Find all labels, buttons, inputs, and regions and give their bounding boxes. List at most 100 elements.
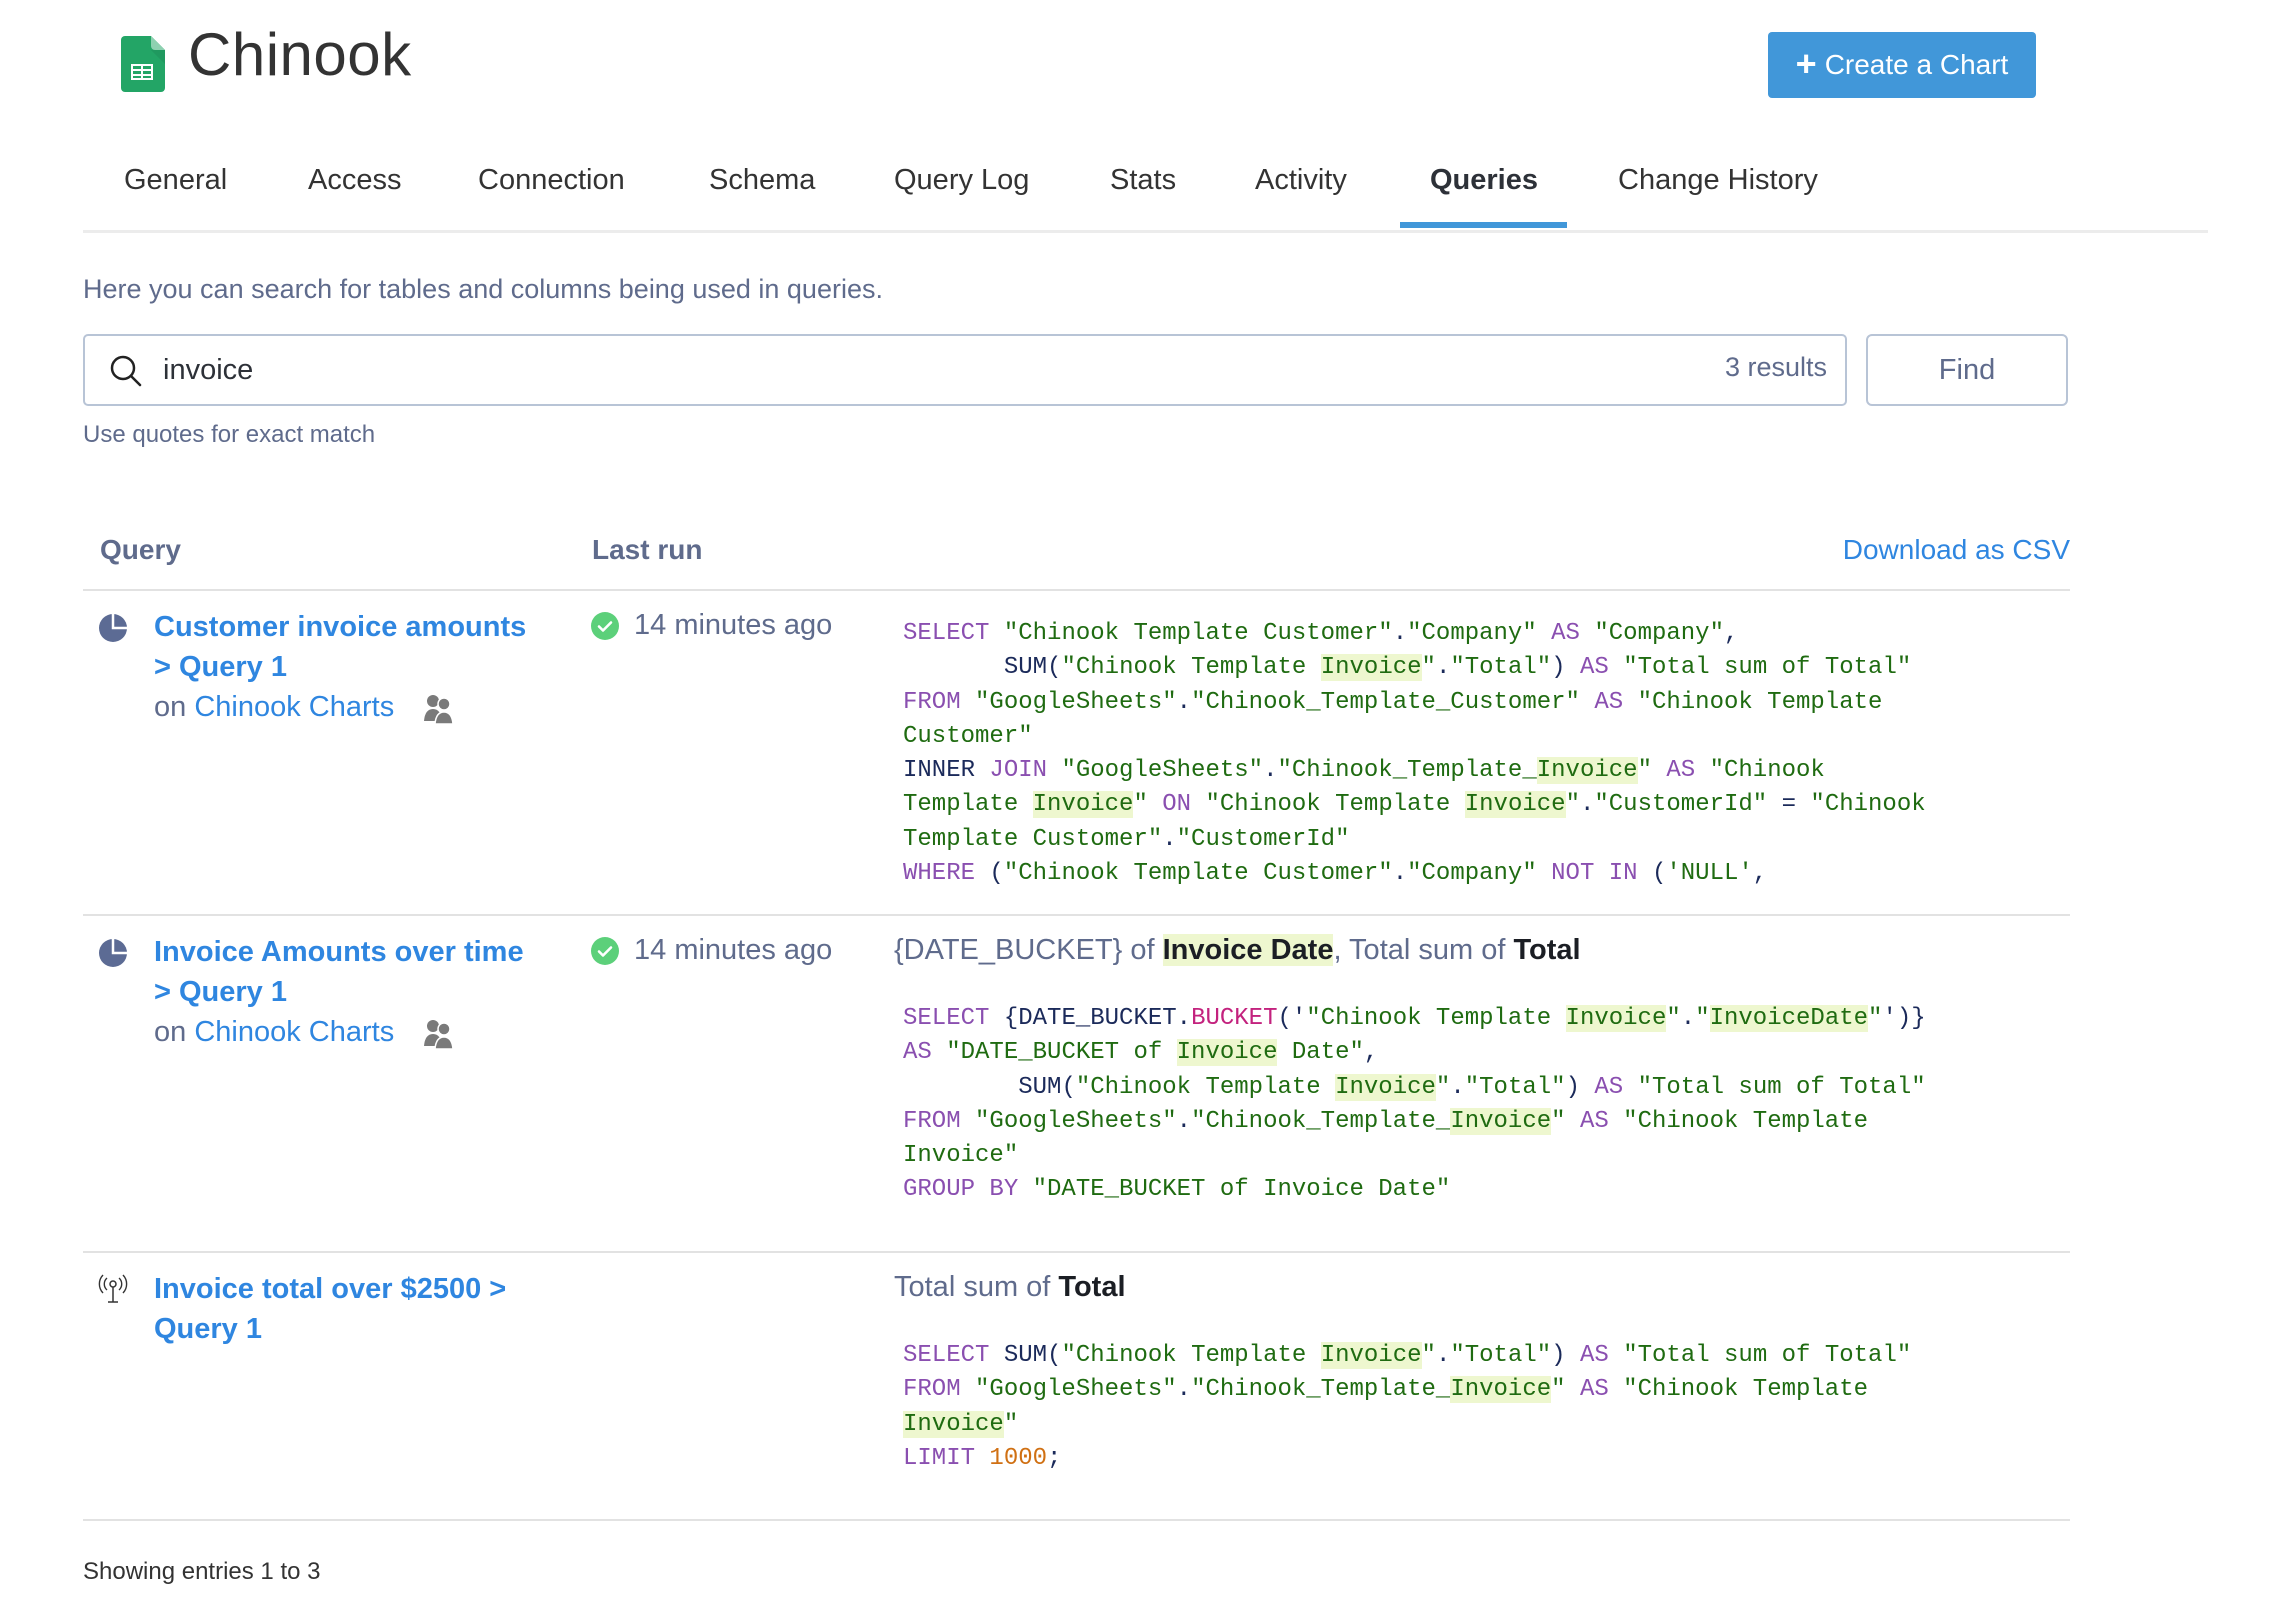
sql-token: AS: [1579, 1376, 1609, 1404]
sql-code: SELECT {DATE_BUCKET.BUCKET(' "Chinook Tem…: [903, 1002, 2073, 1208]
sql-token: (: [1637, 860, 1667, 888]
find-button[interactable]: Find: [1866, 334, 2068, 406]
sql-token: (: [1061, 1073, 1076, 1101]
sql-token: "Total": [1464, 1073, 1566, 1101]
last-run: 14 minutes ago: [590, 934, 832, 967]
tab-activity[interactable]: Activity: [1255, 164, 1347, 197]
query-link[interactable]: Customer invoice amounts > Query 1: [154, 607, 554, 687]
people-icon: [422, 1016, 456, 1051]
sql-line: GROUP BY "DATE_BUCKET of Invoice Date": [903, 1173, 2073, 1207]
search-input[interactable]: [161, 346, 1665, 394]
search-match-highlight: Invoice: [1450, 1107, 1552, 1135]
summary-text: {DATE_BUCKET} of: [894, 934, 1163, 966]
tab-general[interactable]: General: [124, 164, 227, 197]
sql-token: .: [1435, 1342, 1451, 1369]
table-row-query: Customer invoice amounts > Query 1 on Chi…: [154, 607, 554, 727]
sql-line: SELECT SUM("Chinook Template Invoice"."T…: [903, 1339, 2073, 1373]
dashboard-link[interactable]: Chinook Charts: [194, 691, 394, 723]
sql-token: "Chinook Template: [1075, 1073, 1336, 1101]
tab-query-log[interactable]: Query Log: [894, 164, 1029, 197]
sql-token: "CustomerId": [1176, 825, 1350, 853]
row-divider: [83, 914, 2070, 916]
tab-access[interactable]: Access: [308, 164, 401, 197]
sql-token: INNER: [903, 757, 976, 785]
sql-token: SUM: [1003, 1342, 1048, 1369]
sql-line: FROM "GoogleSheets"."Chinook_Template_Cu…: [903, 686, 2073, 720]
sql-code: SELECT "Chinook Template Customer"."Comp…: [903, 617, 2073, 891]
sql-token: "Chinook Template Customer": [1003, 620, 1393, 647]
query-summary: {DATE_BUCKET} of Invoice Date, Total sum…: [894, 934, 1581, 967]
sql-token: ,: [1723, 620, 1739, 647]
tab-connection[interactable]: Connection: [478, 164, 625, 197]
search-match-highlight: Invoice: [1464, 791, 1566, 819]
sql-token: .: [1176, 1005, 1192, 1032]
sql-token: FROM: [903, 688, 961, 716]
sql-token: .: [1162, 825, 1177, 853]
sql-token: SELECT: [903, 620, 990, 647]
table-row-query: Invoice total over $2500 > Query 1: [154, 1269, 554, 1349]
search-match-highlight: InvoiceDate: [1709, 1005, 1869, 1032]
query-link[interactable]: Invoice Amounts over time > Query 1: [154, 932, 554, 1012]
sql-line: Customer": [903, 720, 2073, 754]
search-match-highlight: Invoice: [1450, 1376, 1552, 1404]
sql-token: Customer": [903, 722, 1033, 750]
sql-token: AS: [1666, 757, 1696, 785]
search-hint: Use quotes for exact match: [83, 421, 376, 448]
sql-token: LIMIT: [903, 1444, 976, 1472]
tab-stats[interactable]: Stats: [1110, 164, 1176, 197]
summary-text: , Total sum of: [1333, 934, 1514, 966]
sql-token: "Chinook_Template_: [1277, 757, 1537, 785]
sql-token: "Company": [1407, 620, 1537, 647]
sql-token: .: [1263, 757, 1278, 785]
last-run-time: 14 minutes ago: [634, 934, 833, 966]
tab-schema[interactable]: Schema: [709, 164, 815, 197]
sql-token: AS: [1579, 654, 1609, 682]
sql-line: Template Customer"."CustomerId": [903, 823, 2073, 857]
sql-token: SELECT: [903, 1005, 990, 1032]
sql-token: "Chinook_Template_Customer": [1191, 688, 1580, 716]
sql-token: AS: [1579, 1342, 1609, 1369]
sql-token: BUCKET: [1191, 1005, 1278, 1032]
summary-field: Invoice Date: [1162, 934, 1334, 966]
header-divider: [83, 589, 2070, 591]
sql-token: =: [1767, 791, 1811, 819]
download-csv-link[interactable]: Download as CSV: [1843, 534, 2070, 566]
create-chart-button[interactable]: + Create a Chart: [1768, 32, 2036, 98]
sql-token: ": [1666, 1005, 1681, 1032]
sql-line: SUM("Chinook Template Invoice"."Total") …: [903, 1071, 2073, 1105]
sql-token: ;: [1047, 1444, 1062, 1472]
dashboard-link[interactable]: Chinook Charts: [194, 1016, 394, 1048]
search-match-highlight: Invoice: [1032, 791, 1134, 819]
sql-token: ": [1435, 1073, 1451, 1101]
tab-change-history[interactable]: Change History: [1618, 164, 1818, 197]
sql-token: ": [1003, 1410, 1019, 1438]
sql-token: .: [1176, 688, 1192, 716]
sql-token: "Chinook Template: [1061, 1342, 1321, 1369]
sql-token: (': [1277, 1005, 1307, 1032]
sql-token: {DATE_BUCKET: [1003, 1005, 1177, 1032]
sql-token: "Total sum of Total": [1623, 654, 1912, 682]
tab-queries[interactable]: Queries: [1430, 164, 1538, 197]
sql-token: AS: [1594, 1073, 1624, 1101]
sql-token: .: [1392, 620, 1408, 647]
query-link[interactable]: Invoice total over $2500 > Query 1: [154, 1269, 554, 1349]
sql-token: ": [1421, 654, 1436, 682]
sql-token: "Chinook Template: [1637, 688, 1883, 716]
sql-token: ')}: [1882, 1005, 1926, 1032]
sql-token: SUM: [1018, 1073, 1062, 1101]
sql-token: .: [1176, 1376, 1192, 1404]
success-check-icon: [591, 611, 619, 640]
